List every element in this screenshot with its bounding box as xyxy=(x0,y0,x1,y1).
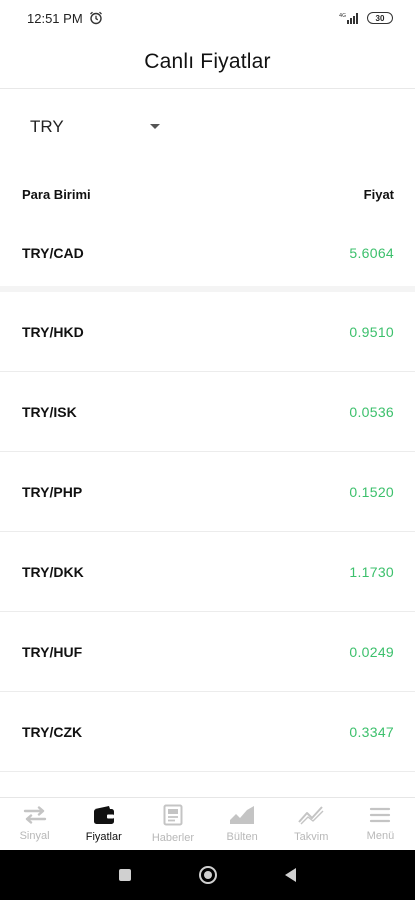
price-row[interactable]: TRY/HKD 0.9510 xyxy=(0,292,415,372)
tab-label: Bülten xyxy=(226,831,258,843)
currency-selected-value: TRY xyxy=(30,117,64,136)
currency-pair: TRY/HKD xyxy=(22,323,84,340)
table-header: Para Birimi Fiyat xyxy=(0,180,415,208)
price-value: 1.1730 xyxy=(349,563,394,580)
signal-icon: 4G xyxy=(339,13,358,24)
alarm-icon xyxy=(89,11,102,25)
currency-pair: TRY/CAD xyxy=(22,245,84,261)
app-header: Canlı Fiyatlar xyxy=(0,36,415,89)
tab-label: Fiyatlar xyxy=(85,831,122,843)
tab-label: Menü xyxy=(366,830,395,842)
battery-level: 30 xyxy=(375,13,385,23)
currency-pair: TRY/HUF xyxy=(22,643,83,660)
price-value: 5.6064 xyxy=(349,245,394,261)
caret-down-icon xyxy=(150,124,160,129)
status-bar: 12:51 PM 4G 30 xyxy=(0,0,415,36)
newspaper-icon xyxy=(163,804,183,826)
hamburger-icon xyxy=(370,807,391,823)
wallet-icon xyxy=(93,806,114,824)
page-title: Canlı Fiyatlar xyxy=(144,50,271,73)
tab-label: Takvim xyxy=(294,831,329,843)
price-row[interactable]: TRY/HUF 0.0249 xyxy=(0,612,415,692)
column-header-price: Fiyat xyxy=(363,186,394,202)
currency-pair: TRY/ISK xyxy=(22,403,77,420)
price-value: 0.3347 xyxy=(349,723,394,740)
price-row[interactable]: TRY/ISK 0.0536 xyxy=(0,372,415,452)
price-row[interactable]: TRY/CAD 5.6064 xyxy=(0,220,415,292)
battery-icon: 30 xyxy=(367,12,393,24)
home-circle-icon[interactable] xyxy=(199,866,217,884)
bottom-tab-bar: Sinyal Fiyatlar Haberler Bülten Takvim M… xyxy=(0,797,415,850)
price-value: 0.9510 xyxy=(349,323,394,340)
tab-haberler[interactable]: Haberler xyxy=(138,798,207,850)
price-row[interactable]: TRY/PHP 0.1520 xyxy=(0,452,415,532)
status-time: 12:51 PM xyxy=(27,10,83,26)
area-chart-icon xyxy=(230,806,255,824)
tab-label: Sinyal xyxy=(19,830,50,842)
currency-pair: TRY/DKK xyxy=(22,563,84,580)
trend-line-icon xyxy=(298,806,324,825)
status-left: 12:51 PM xyxy=(27,11,103,26)
tab-takvim[interactable]: Takvim xyxy=(277,798,346,850)
currency-pair: TRY/CZK xyxy=(22,723,83,740)
price-row[interactable]: TRY/CZK 0.3347 xyxy=(0,692,415,772)
swap-arrows-icon xyxy=(23,806,46,824)
currency-pair: TRY/PHP xyxy=(22,483,83,500)
tab-fiyatlar[interactable]: Fiyatlar xyxy=(69,798,138,850)
recents-square-icon[interactable] xyxy=(119,869,131,881)
price-list: TRY/CAD 5.6064 TRY/HKD 0.9510 TRY/ISK 0.… xyxy=(0,220,415,772)
tab-sinyal[interactable]: Sinyal xyxy=(0,798,69,850)
status-right: 4G 30 xyxy=(339,12,393,24)
svg-text:4G: 4G xyxy=(339,13,346,19)
price-row[interactable]: TRY/DKK 1.1730 xyxy=(0,532,415,612)
back-triangle-icon[interactable] xyxy=(285,868,296,882)
tab-label: Haberler xyxy=(151,832,195,844)
tab-menu[interactable]: Menü xyxy=(346,798,415,850)
price-value: 0.0536 xyxy=(349,403,394,420)
currency-dropdown[interactable]: TRY xyxy=(30,110,170,144)
price-value: 0.1520 xyxy=(349,483,394,500)
tab-bulten[interactable]: Bülten xyxy=(208,798,277,850)
price-value: 0.0249 xyxy=(349,643,394,660)
system-nav-bar xyxy=(0,850,415,900)
column-header-currency: Para Birimi xyxy=(22,186,91,202)
